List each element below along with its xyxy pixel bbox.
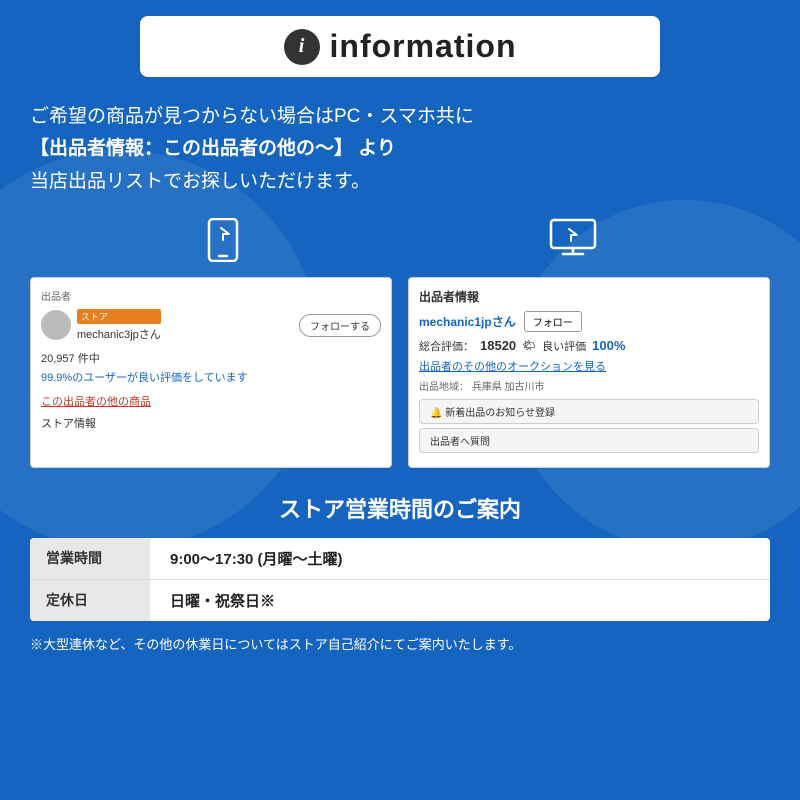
rating-row: 総合評価： 18520 🌤 良い評価 100%	[419, 338, 759, 354]
footnote: ※大型連休など、その他の休業日についてはストア自己紹介にてご案内いたします。	[20, 635, 780, 655]
store-hours-title: ストア営業時間のご案内	[20, 492, 780, 524]
location-value: 兵庫県 加古川市	[472, 382, 545, 393]
auction-link[interactable]: 出品者のその他のオークションを見る	[419, 358, 759, 374]
good-rating-pct: 100%	[592, 338, 625, 353]
device-icons-row	[20, 218, 780, 271]
seller-name-pc: mechanic1jpさん	[419, 313, 516, 330]
page-title: information	[330, 28, 517, 65]
seller-section-label: 出品者	[41, 288, 381, 303]
info-icon: i	[284, 29, 320, 65]
main-description: ご希望の商品が見つからない場合はPC・スマホ共に 【出品者情報：この出品者の他の…	[20, 101, 780, 198]
avatar	[41, 310, 71, 340]
smartphone-icon	[203, 218, 243, 271]
seller-row: ストア mechanic3jpさん フォローする	[41, 309, 381, 342]
hours-row-holiday: 定休日 日曜・祝祭日※	[30, 580, 770, 621]
computer-icon	[549, 218, 597, 271]
seller-details: ストア mechanic3jpさん	[77, 309, 161, 342]
hours-value-business: 9:00〜17:30 (月曜〜土曜)	[150, 538, 363, 579]
store-info-label: ストア情報	[41, 415, 381, 431]
total-rating-label: 総合評価：	[419, 338, 474, 354]
follow-button-pc[interactable]: フォロー	[524, 311, 582, 332]
location-label: 出品地域：	[419, 382, 469, 393]
hours-table: 営業時間 9:00〜17:30 (月曜〜土曜) 定休日 日曜・祝祭日※	[30, 538, 770, 621]
pc-screenshot-card: 出品者情報 mechanic1jpさん フォロー 総合評価： 18520 🌤 良…	[408, 277, 770, 468]
info-header-box: i information	[140, 16, 660, 77]
other-items-link[interactable]: この出品者の他の商品	[41, 393, 381, 409]
hours-value-closed: 日曜・祝祭日※	[150, 580, 295, 621]
main-text-line1: ご希望の商品が見つからない場合はPC・スマホ共に	[30, 101, 770, 133]
good-rating-label: 良い評価	[542, 338, 586, 354]
question-btn[interactable]: 出品者へ質問	[419, 428, 759, 453]
location-text: 出品地域： 兵庫県 加古川市	[419, 378, 759, 393]
main-text-line2: 【出品者情報：この出品者の他の〜】 より	[30, 133, 770, 165]
screenshots-row: 出品者 ストア mechanic3jpさん フォローする 20,957 件中 9…	[20, 277, 780, 468]
hours-label-business: 営業時間	[30, 538, 150, 579]
page-container: i information ご希望の商品が見つからない場合はPC・スマホ共に 【…	[0, 0, 800, 670]
good-rating-text: 99.9%のユーザーが良い評価をしています	[41, 369, 381, 385]
mobile-screenshot-card: 出品者 ストア mechanic3jpさん フォローする 20,957 件中 9…	[30, 277, 392, 468]
main-text-line3: 当店出品リストでお探しいただけます。	[30, 166, 770, 198]
hours-row-weekday: 営業時間 9:00〜17:30 (月曜〜土曜)	[30, 538, 770, 580]
seller-row2: mechanic1jpさん フォロー	[419, 311, 759, 332]
store-badge: ストア	[77, 309, 161, 324]
stats-text: 20,957 件中	[41, 350, 381, 366]
hours-label-closed: 定休日	[30, 580, 150, 621]
total-rating-score: 18520	[480, 338, 516, 353]
seller-info: ストア mechanic3jpさん	[41, 309, 161, 342]
follow-button[interactable]: フォローする	[299, 314, 381, 337]
new-items-btn[interactable]: 🔔 新着出品のお知らせ登録	[419, 399, 759, 424]
sun-icon: 🌤	[522, 339, 536, 352]
seller-name: mechanic3jpさん	[77, 329, 161, 341]
seller-info-title: 出品者情報	[419, 288, 759, 305]
